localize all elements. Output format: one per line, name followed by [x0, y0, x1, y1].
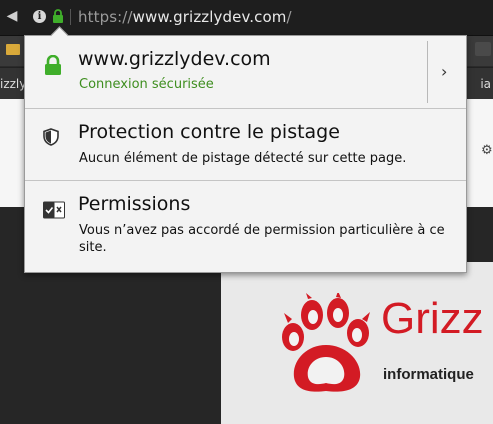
- lock-icon: [53, 9, 63, 23]
- shield-icon: [43, 128, 59, 146]
- url-separator: [70, 9, 71, 25]
- tracking-protection-section: Protection contre le pistage Aucun éléme…: [25, 108, 466, 180]
- gear-icon[interactable]: ⚙: [481, 144, 493, 157]
- url-path: /: [286, 8, 292, 26]
- url-host: www.grizzlydev.com: [132, 8, 287, 26]
- more-info-button[interactable]: ›: [428, 36, 466, 108]
- paw-logo-icon: [282, 293, 370, 392]
- lock-icon: [45, 55, 61, 75]
- url-text[interactable]: https://www.grizzlydev.com/: [78, 8, 292, 26]
- site-host-title: www.grizzlydev.com: [78, 48, 271, 70]
- permissions-description: Vous n’avez pas accordé de permission pa…: [79, 223, 445, 255]
- bookmark-icon[interactable]: [475, 42, 491, 56]
- permissions-title: Permissions: [78, 193, 191, 215]
- folder-icon[interactable]: [6, 44, 20, 55]
- tracking-description: Aucun élément de pistage détecté sur cet…: [79, 151, 407, 166]
- site-identity-popup: www.grizzlydev.com Connexion sécurisée ›…: [24, 26, 467, 273]
- permissions-icon: [43, 201, 65, 219]
- connection-status: Connexion sécurisée: [79, 77, 214, 92]
- tab-label-right[interactable]: ia: [480, 77, 491, 91]
- tab-label-left[interactable]: izzly: [0, 77, 26, 91]
- tracking-title: Protection contre le pistage: [78, 121, 340, 143]
- url-bar[interactable]: ◀ i https://www.grizzlydev.com/: [0, 0, 493, 36]
- info-icon[interactable]: i: [33, 10, 46, 23]
- site-security-section[interactable]: www.grizzlydev.com Connexion sécurisée ›: [25, 36, 466, 108]
- back-arrow-icon[interactable]: ◀: [4, 8, 20, 24]
- url-scheme: https://: [78, 8, 133, 26]
- logo-text: Grizz: [381, 294, 484, 343]
- chevron-right-icon: ›: [441, 62, 448, 81]
- logo-subtitle: informatique: [383, 366, 474, 383]
- permissions-section: Permissions Vous n’avez pas accordé de p…: [25, 180, 466, 273]
